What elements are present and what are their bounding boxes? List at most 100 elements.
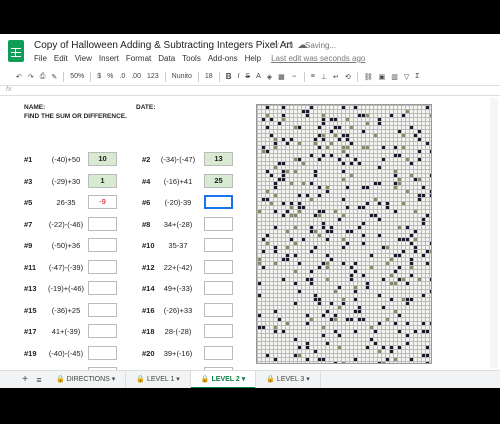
menu-data[interactable]: Data [158,54,175,63]
answer-cell[interactable] [88,259,117,274]
align-left-icon[interactable]: ≡ [311,73,315,80]
problem-number: #3 [24,176,33,186]
increase-decimal-button[interactable]: .00 [131,73,141,80]
redo-icon[interactable]: ↷ [28,73,34,81]
bold-button[interactable]: B [226,72,232,81]
spreadsheet-window: Copy of Halloween Adding & Subtracting I… [0,34,500,388]
answer-cell[interactable]: 1 [88,173,117,188]
answer-cell[interactable] [88,281,117,295]
filter-icon[interactable]: ▽ [404,73,409,81]
menu-help[interactable]: Help [245,54,261,63]
name-label: NAME: [24,104,46,111]
problem-number: #19 [24,348,37,358]
problem-expression: (-36)+25 [51,305,81,315]
answer-cell[interactable]: 13 [204,152,233,166]
menu-edit[interactable]: Edit [54,54,68,63]
number-format-button[interactable]: 123 [147,73,159,80]
pixel-art-pattern [258,106,431,363]
decrease-decimal-button[interactable]: .0 [119,73,125,80]
problem-number: #17 [24,327,37,336]
problem-number: #9 [24,241,33,250]
currency-button[interactable]: $ [97,73,101,80]
problem-number: #6 [142,198,151,207]
tab-directions[interactable]: 🔒 DIRECTIONS ▾ [46,370,127,388]
answer-cell[interactable] [88,302,117,317]
fill-color-icon[interactable]: ◈ [267,73,272,81]
last-edit-link[interactable]: Last edit was seconds ago [271,54,365,63]
sheet-tab-bar: + ≡ 🔒 DIRECTIONS ▾ 🔒 LEVEL 1 ▾ 🔒 LEVEL 2… [0,370,500,388]
text-color-button[interactable]: A [256,73,261,80]
add-sheet-icon[interactable]: + [18,374,32,385]
answer-cell[interactable]: -9 [88,195,117,209]
menu-insert[interactable]: Insert [99,54,119,63]
borders-icon[interactable]: ▦ [278,73,285,81]
font-size-select[interactable]: 18 [205,73,213,80]
problem-expression: 49+(-33) [163,284,193,293]
print-icon[interactable]: ⎙ [40,73,46,81]
document-title[interactable]: Copy of Halloween Adding & Subtracting I… [34,40,292,51]
worksheet-area: NAME: DATE: FIND THE SUM OR DIFFERENCE. … [6,100,254,381]
saving-status: Saving... [305,41,337,50]
problem-number: #13 [24,284,37,293]
problem-number: #5 [24,198,33,207]
all-sheets-icon[interactable]: ≡ [32,375,46,385]
text-wrap-icon[interactable]: ↵ [333,73,339,81]
menu-file[interactable]: File [34,54,47,63]
font-select[interactable]: Nunito [172,73,192,80]
menu-addons[interactable]: Add-ons [208,54,238,63]
problem-number: #15 [24,305,37,315]
functions-icon[interactable]: Σ [415,73,419,80]
problem-expression: 35-37 [168,241,188,250]
comment-icon[interactable]: ▣ [379,73,386,81]
answer-cell[interactable] [204,259,233,274]
undo-icon[interactable]: ↶ [16,73,22,81]
answer-cell[interactable]: 10 [88,152,117,166]
answer-cell[interactable] [204,195,233,209]
answer-cell[interactable] [204,345,233,360]
menu-tools[interactable]: Tools [182,54,201,63]
strikethrough-button[interactable]: S [245,73,250,80]
vertical-align-icon[interactable]: ⊥ [321,73,327,81]
percent-button[interactable]: % [107,73,113,80]
answer-cell[interactable] [204,302,233,317]
problem-number: #8 [142,219,151,229]
folder-icon[interactable]: ▭ [284,40,293,51]
answer-cell[interactable]: 25 [204,173,233,188]
vertical-scrollbar[interactable] [490,98,498,368]
problem-number: #10 [142,241,155,250]
answer-cell[interactable] [88,238,117,252]
fx-label: fx [6,86,12,93]
answer-cell[interactable] [88,345,117,360]
instruction-label: FIND THE SUM OR DIFFERENCE. [24,113,127,120]
answer-cell[interactable] [204,324,233,338]
date-label: DATE: [136,104,156,111]
merge-cells-icon[interactable]: ⇔ [291,73,298,80]
formula-bar[interactable]: fx [0,86,500,96]
answer-cell[interactable] [204,216,233,231]
problem-expression: 34+(-28) [163,219,193,229]
zoom-select[interactable]: 50% [70,73,84,80]
answer-cell[interactable] [88,216,117,231]
problem-expression: (-22)-(-46) [48,219,84,229]
problem-number: #16 [142,305,155,315]
problem-number: #11 [24,262,37,272]
answer-cell[interactable] [204,238,233,252]
tab-level-3[interactable]: 🔒 LEVEL 3 ▾ [256,370,321,388]
chart-icon[interactable]: ▥ [391,73,398,81]
answer-cell[interactable] [88,324,117,338]
problem-expression: 28-(-28) [164,327,192,336]
problem-expression: 39+(-16) [163,348,193,358]
tab-level-1[interactable]: 🔒 LEVEL 1 ▾ [126,370,191,388]
menu-view[interactable]: View [75,54,92,63]
problem-number: #2 [142,155,151,164]
menu-format[interactable]: Format [126,54,151,63]
problem-expression: (-40)+50 [51,155,81,164]
tab-level-2[interactable]: 🔒 LEVEL 2 ▾ [190,370,257,388]
paint-format-icon[interactable]: ✎ [51,73,57,81]
italic-button[interactable]: I [237,73,239,80]
sheets-logo-icon[interactable] [8,40,24,62]
star-icon[interactable]: ☆ [271,40,280,51]
text-rotate-icon[interactable]: ⟲ [345,73,351,81]
answer-cell[interactable] [204,281,233,295]
link-icon[interactable]: ⛓ [364,73,373,81]
